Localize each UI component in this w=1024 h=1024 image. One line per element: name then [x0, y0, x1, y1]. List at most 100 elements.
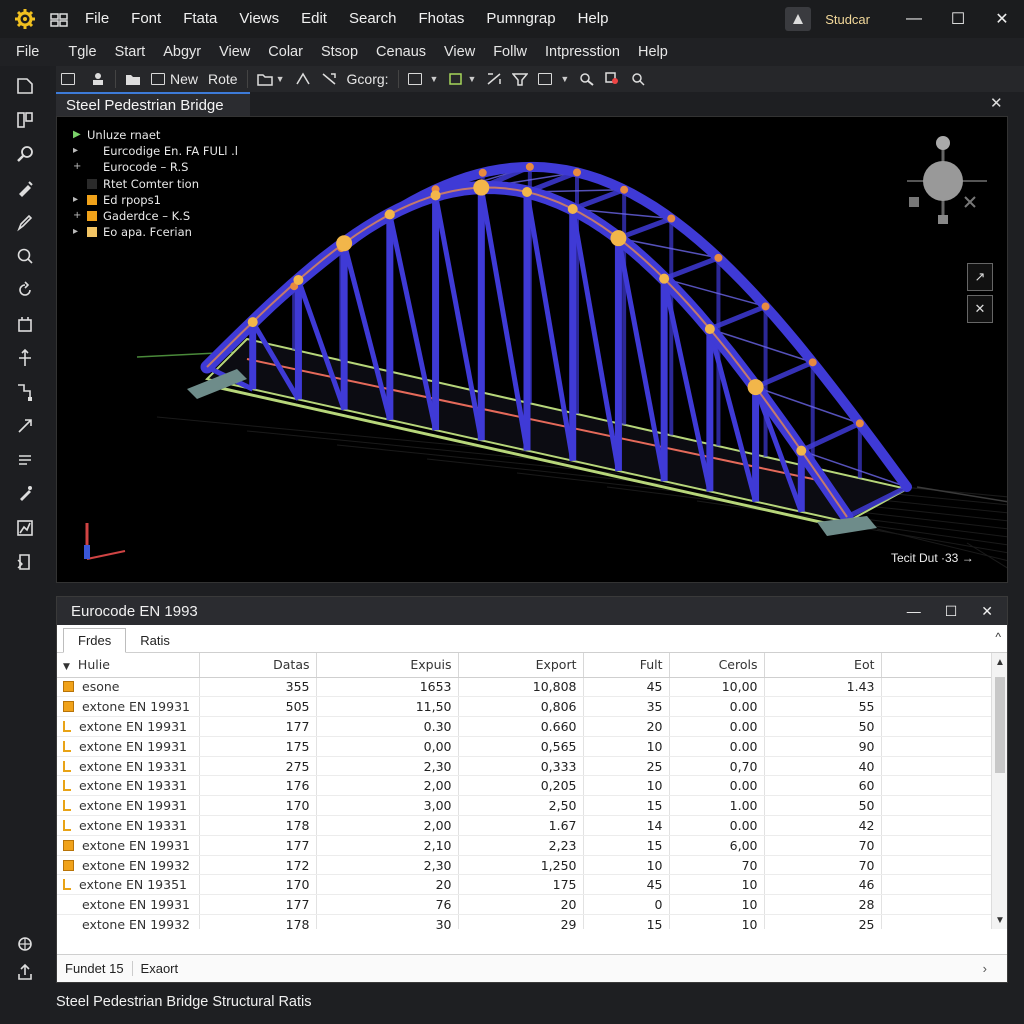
title-menu-edit[interactable]: Edit	[290, 10, 338, 28]
table-cell[interactable]: 0.30	[316, 716, 459, 737]
menu-file[interactable]: File	[0, 44, 59, 60]
table-cell[interactable]: 2,30	[316, 855, 459, 876]
row-name-cell[interactable]: extone EN 19331	[57, 756, 200, 777]
table-cell[interactable]: 20	[316, 874, 459, 896]
view-fit-button[interactable]: ↗	[967, 263, 993, 291]
title-menu-data[interactable]: Ftata	[172, 10, 228, 28]
table-cell[interactable]: 0.660	[458, 716, 584, 737]
table-cell[interactable]: 10	[669, 874, 765, 896]
table-cell[interactable]: 2,30	[316, 756, 459, 777]
table-row[interactable]: extone EN 19932 172 2,30 1,250 10 70 70	[57, 855, 993, 876]
table-cell[interactable]: 50	[764, 716, 882, 737]
table-row[interactable]: extone EN 19931 177 2,10 2,23 15 6,00 70	[57, 835, 993, 856]
table-cell[interactable]: 1.43	[764, 677, 882, 698]
rail-zoom-icon[interactable]	[14, 246, 36, 266]
menu-view[interactable]: View	[210, 44, 259, 60]
table-cell[interactable]: 0,565	[458, 736, 584, 757]
rail-result-icon[interactable]	[14, 518, 36, 538]
table-cell[interactable]: 42	[764, 815, 882, 836]
tab-frdes[interactable]: Frdes	[63, 628, 127, 653]
collapse-up-icon[interactable]: ^	[995, 630, 1001, 644]
panel-close-button[interactable]: ✕	[981, 603, 993, 620]
table-cell[interactable]: 172	[199, 855, 317, 876]
menu-cenaus[interactable]: Cenaus	[367, 44, 435, 60]
table-cell[interactable]: 45	[583, 874, 670, 896]
rail-move-icon[interactable]	[14, 348, 36, 368]
table-cell[interactable]: 6,00	[669, 835, 765, 856]
grid-icon[interactable]	[50, 12, 68, 28]
row-name-cell[interactable]: extone EN 19932	[57, 855, 200, 876]
menu-abgyr[interactable]: Abgyr	[154, 44, 210, 60]
scroll-down-icon[interactable]: ▼	[995, 915, 1005, 926]
table-cell[interactable]: 55	[764, 696, 882, 718]
table-cell[interactable]: 0.00	[669, 815, 765, 836]
rail-export-icon[interactable]	[14, 962, 36, 982]
transform-button[interactable]	[481, 67, 507, 91]
table-cell[interactable]: 175	[199, 736, 317, 757]
table-cell[interactable]: 1653	[316, 677, 459, 698]
table-cell[interactable]: 15	[583, 835, 670, 856]
table-cell[interactable]: 10	[669, 894, 765, 916]
bridge-model[interactable]	[57, 117, 1008, 583]
rail-member-icon[interactable]	[14, 416, 36, 436]
table-cell[interactable]: 90	[764, 736, 882, 757]
row-name-cell[interactable]: extone EN 19931	[57, 736, 200, 757]
title-menu-help[interactable]: Help	[567, 10, 620, 28]
filter-button[interactable]	[507, 67, 533, 91]
table-cell[interactable]: 0,00	[316, 736, 459, 757]
title-menu-search[interactable]: Search	[338, 10, 408, 28]
tab-ratis[interactable]: Ratis	[126, 629, 184, 652]
table-cell[interactable]: 46	[764, 874, 882, 896]
table-row[interactable]: extone EN 19932 178 30 29 15 10 25	[57, 914, 993, 929]
column-header[interactable]: Datas	[199, 653, 317, 678]
menu-view-2[interactable]: View	[435, 44, 484, 60]
column-header[interactable]: ▼ Hulie	[57, 653, 200, 678]
table-cell[interactable]: 2,00	[316, 815, 459, 836]
rail-report-icon[interactable]	[14, 552, 36, 572]
table-cell[interactable]: 176	[199, 775, 317, 797]
column-header[interactable]: Expuis	[316, 653, 459, 678]
panel-minimize-button[interactable]: —	[907, 603, 921, 620]
folder-dropdown[interactable]: ▼	[252, 67, 290, 91]
menu-follow[interactable]: Follw	[484, 44, 536, 60]
rail-load-icon[interactable]	[14, 484, 36, 504]
table-cell[interactable]: 10	[583, 775, 670, 797]
row-name-cell[interactable]: extone EN 19331	[57, 815, 200, 836]
user-name[interactable]: Studcar	[825, 12, 870, 27]
table-cell[interactable]: 178	[199, 914, 317, 929]
row-name-cell[interactable]: extone EN 19931	[57, 835, 200, 856]
table-cell[interactable]: 0.00	[669, 775, 765, 797]
table-cell[interactable]: 15	[583, 914, 670, 929]
table-cell[interactable]: 25	[583, 756, 670, 777]
menu-toggle[interactable]: Tgle	[59, 44, 105, 60]
chevron-down-icon[interactable]: ▼	[63, 662, 70, 672]
table-cell[interactable]: 11,50	[316, 696, 459, 718]
table-cell[interactable]: 3,00	[316, 795, 459, 817]
table-row[interactable]: extone EN 19331 275 2,30 0,333 25 0,70 40	[57, 756, 993, 777]
viewport-close-button[interactable]: ✕	[990, 94, 1003, 112]
table-row[interactable]: extone EN 19931 177 0.30 0.660 20 0.00 50	[57, 716, 993, 737]
row-name-cell[interactable]: esone	[57, 677, 200, 698]
scrollbar-thumb[interactable]	[995, 677, 1005, 773]
row-name-cell[interactable]: extone EN 19351	[57, 874, 200, 896]
table-cell[interactable]: 10	[583, 855, 670, 876]
table-cell[interactable]: 178	[199, 815, 317, 836]
view-cube-gizmo[interactable]	[901, 129, 995, 229]
row-name-cell[interactable]: extone EN 19931	[57, 716, 200, 737]
table-cell[interactable]: 0	[583, 894, 670, 916]
table-row[interactable]: extone EN 19931 170 3,00 2,50 15 1.00 50	[57, 795, 993, 817]
table-cell[interactable]: 1.00	[669, 795, 765, 817]
rail-crop-icon[interactable]	[14, 314, 36, 334]
menu-color[interactable]: Colar	[259, 44, 312, 60]
row-name-cell[interactable]: extone EN 19931	[57, 894, 200, 916]
table-cell[interactable]: 177	[199, 894, 317, 916]
table-cell[interactable]: 0.00	[669, 696, 765, 718]
table-cell[interactable]: 25	[764, 914, 882, 929]
rote-button[interactable]: Rote	[203, 67, 243, 91]
table-cell[interactable]: 40	[764, 756, 882, 777]
menu-help[interactable]: Help	[629, 44, 677, 60]
footer-count[interactable]: Fundet 15	[57, 961, 133, 976]
table-cell[interactable]: 0,205	[458, 775, 584, 797]
rail-brush-icon[interactable]	[14, 212, 36, 232]
column-header[interactable]: Fult	[583, 653, 670, 678]
